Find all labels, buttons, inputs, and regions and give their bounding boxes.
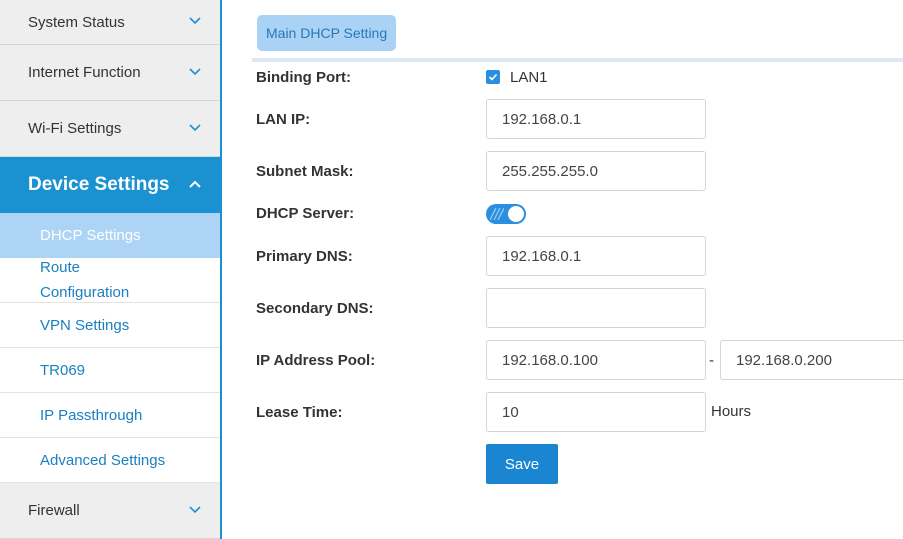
sidebar-item-firewall[interactable]: Firewall — [0, 483, 220, 539]
sidebar-item-label: Firewall — [28, 502, 80, 519]
sidebar: System Status Internet Function Wi-Fi Se… — [0, 0, 222, 539]
secondary-dns-input[interactable] — [486, 288, 706, 328]
subnet-mask-label: Subnet Mask: — [256, 163, 354, 180]
chevron-down-icon — [189, 17, 201, 25]
sidebar-item-label: Advanced Settings — [40, 451, 166, 469]
lan1-label: LAN1 — [510, 69, 548, 86]
sidebar-item-route-configuration[interactable]: Route Configuration — [0, 258, 220, 303]
lease-time-label: Lease Time: — [256, 404, 343, 421]
lan-ip-input[interactable] — [486, 99, 706, 139]
binding-port-label: Binding Port: — [256, 69, 351, 86]
lan-ip-label: LAN IP: — [256, 111, 311, 128]
chevron-down-icon — [189, 505, 201, 513]
ip-pool-end-input[interactable] — [720, 340, 903, 380]
toggle-stripes-icon — [490, 208, 504, 220]
secondary-dns-label: Secondary DNS: — [256, 300, 374, 317]
sidebar-item-vpn-settings[interactable]: VPN Settings — [0, 303, 220, 348]
chevron-up-icon — [189, 180, 201, 188]
sidebar-item-label: DHCP Settings — [40, 227, 141, 244]
sidebar-item-label: System Status — [28, 13, 125, 31]
sidebar-item-label: Wi-Fi Settings — [28, 120, 122, 137]
ip-pool-start-input[interactable] — [486, 340, 706, 380]
sidebar-item-label: Internet Function — [28, 64, 141, 81]
sidebar-item-tr069[interactable]: TR069 — [0, 348, 220, 393]
dhcp-server-label: DHCP Server: — [256, 205, 355, 222]
chevron-down-icon — [189, 67, 201, 75]
ip-pool-separator: - — [709, 352, 714, 369]
sidebar-item-dhcp-settings[interactable]: DHCP Settings — [0, 213, 220, 258]
tab-label: Main DHCP Setting — [266, 25, 388, 41]
sidebar-item-ip-passthrough[interactable]: IP Passthrough — [0, 393, 220, 438]
sidebar-item-system-status[interactable]: System Status — [0, 0, 220, 45]
primary-dns-label: Primary DNS: — [256, 248, 353, 265]
sidebar-item-label: VPN Settings — [40, 316, 130, 334]
primary-dns-input[interactable] — [486, 236, 706, 276]
lan1-checkbox[interactable] — [486, 70, 500, 84]
lease-time-input[interactable] — [486, 392, 706, 432]
sidebar-item-label: IP Passthrough — [40, 406, 143, 424]
tab-bar: Main DHCP Setting — [252, 0, 903, 62]
dhcp-server-toggle[interactable] — [486, 204, 526, 224]
subnet-mask-input[interactable] — [486, 151, 706, 191]
sidebar-item-advanced-settings[interactable]: Advanced Settings — [0, 438, 220, 483]
toggle-knob — [508, 206, 524, 222]
ip-pool-label: IP Address Pool: — [256, 352, 376, 369]
lease-time-unit: Hours — [711, 403, 752, 420]
sidebar-item-label: TR069 — [40, 361, 86, 379]
sidebar-item-label: Route Configuration — [40, 259, 130, 301]
save-button[interactable]: Save — [486, 444, 558, 484]
chevron-down-icon — [189, 123, 201, 131]
check-icon — [488, 73, 498, 81]
sidebar-item-wifi-settings[interactable]: Wi-Fi Settings — [0, 101, 220, 157]
sidebar-item-label: Device Settings — [28, 174, 170, 195]
sidebar-item-device-settings[interactable]: Device Settings — [0, 157, 220, 213]
sidebar-item-internet-function[interactable]: Internet Function — [0, 45, 220, 101]
tab-main-dhcp-setting[interactable]: Main DHCP Setting — [257, 15, 397, 51]
